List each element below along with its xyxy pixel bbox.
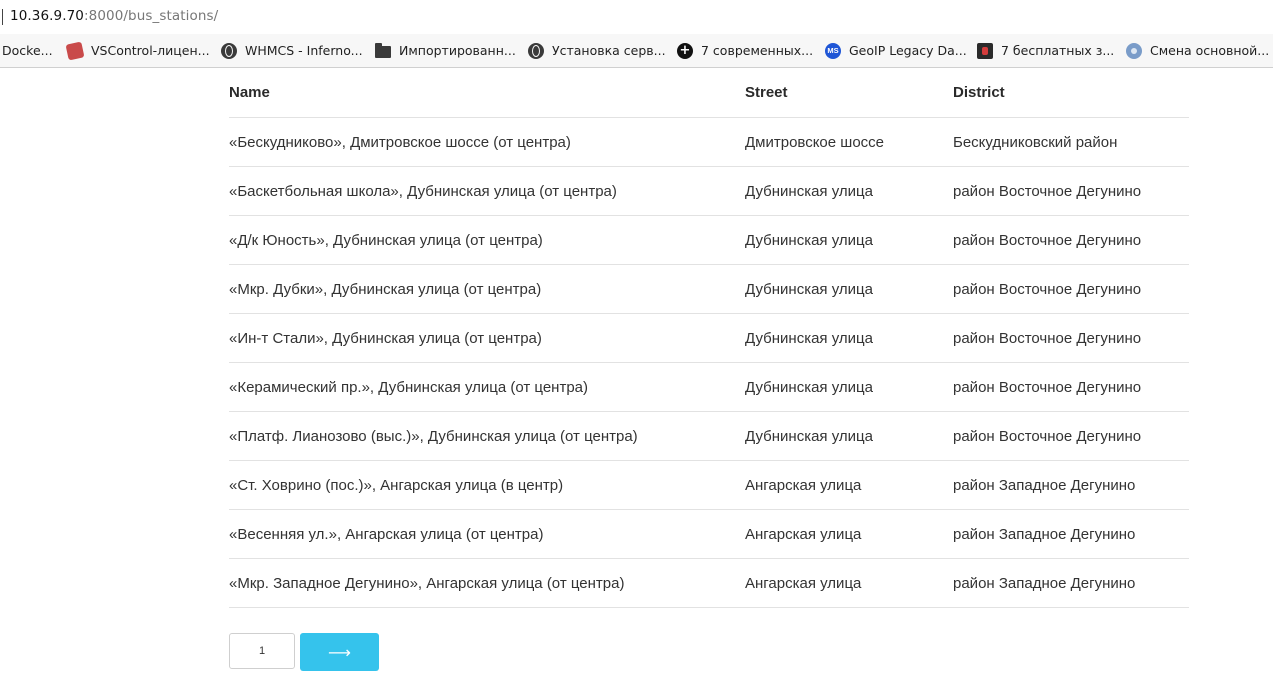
cell-name: «Мкр. Западное Дегунино», Ангарская улиц… bbox=[229, 558, 745, 608]
bookmark-label: Импортированн... bbox=[399, 43, 516, 58]
table-row: «Ин-т Стали», Дубнинская улица (от центр… bbox=[229, 313, 1189, 363]
globe-icon bbox=[221, 42, 237, 59]
cell-district: район Восточное Дегунино bbox=[953, 166, 1189, 216]
next-page-button[interactable]: ⟶ bbox=[300, 633, 379, 671]
cell-name: «Керамический пр.», Дубнинская улица (от… bbox=[229, 362, 745, 412]
cell-name: «Д/к Юность», Дубнинская улица (от центр… bbox=[229, 215, 745, 265]
cell-district: район Восточное Дегунино bbox=[953, 362, 1189, 412]
cell-district: район Восточное Дегунино bbox=[953, 264, 1189, 314]
table-row: «Керамический пр.», Дубнинская улица (от… bbox=[229, 362, 1189, 412]
bookmark-label: Docke... bbox=[2, 43, 53, 58]
table-row: «Д/к Юность», Дубнинская улица (от центр… bbox=[229, 215, 1189, 265]
cell-street: Ангарская улица bbox=[745, 558, 953, 608]
cell-name: «Весенняя ул.», Ангарская улица (от цент… bbox=[229, 509, 745, 559]
arrow-right-icon: ⟶ bbox=[328, 642, 351, 662]
bookmark-docker[interactable]: Docke... bbox=[2, 34, 53, 67]
bookmark-label: 7 бесплатных з... bbox=[1001, 43, 1115, 58]
cell-street: Дубнинская улица bbox=[745, 313, 953, 363]
text-caret bbox=[2, 9, 3, 25]
plus-circle-icon: + bbox=[677, 42, 693, 59]
ms-icon: MS bbox=[825, 42, 841, 59]
current-page-button[interactable]: 1 bbox=[229, 633, 295, 669]
cell-district: Бескудниковский район bbox=[953, 117, 1189, 167]
bookmark-label: Смена основной... bbox=[1150, 43, 1270, 58]
table-row: «Баскетбольная школа», Дубнинская улица … bbox=[229, 166, 1189, 216]
dark-site-icon bbox=[977, 42, 993, 59]
table-header-row: Name Street District bbox=[229, 68, 1189, 118]
bus-stations-table: Name Street District «Бескудниково», Дми… bbox=[229, 68, 1189, 608]
gear-globe-icon bbox=[1126, 42, 1142, 59]
bus-stations-list: Name Street District «Бескудниково», Дми… bbox=[229, 68, 1189, 608]
cell-street: Ангарская улица bbox=[745, 460, 953, 510]
cell-name: «Бескудниково», Дмитровское шоссе (от це… bbox=[229, 117, 745, 167]
cell-district: район Западное Дегунино bbox=[953, 509, 1189, 559]
table-row: «Бескудниково», Дмитровское шоссе (от це… bbox=[229, 117, 1189, 167]
column-header-street: Street bbox=[745, 68, 953, 118]
cell-district: район Восточное Дегунино bbox=[953, 215, 1189, 265]
cell-street: Дубнинская улица bbox=[745, 166, 953, 216]
address-bar[interactable]: 10.36.9.70:8000/bus_stations/ bbox=[0, 0, 1273, 34]
cell-name: «Баскетбольная школа», Дубнинская улица … bbox=[229, 166, 745, 216]
cell-district: район Восточное Дегунино bbox=[953, 411, 1189, 461]
bookmark-label: Установка серв... bbox=[552, 43, 666, 58]
table-row: «Ст. Ховрино (пос.)», Ангарская улица (в… bbox=[229, 460, 1189, 510]
table-row: «Платф. Лианозово (выс.)», Дубнинская ул… bbox=[229, 411, 1189, 461]
cell-name: «Платф. Лианозово (выс.)», Дубнинская ул… bbox=[229, 411, 745, 461]
cell-district: район Западное Дегунино bbox=[953, 558, 1189, 608]
cell-street: Ангарская улица bbox=[745, 509, 953, 559]
column-header-name: Name bbox=[229, 68, 745, 118]
cell-street: Дмитровское шоссе bbox=[745, 117, 953, 167]
cell-street: Дубнинская улица bbox=[745, 411, 953, 461]
url-text[interactable]: 10.36.9.70:8000/bus_stations/ bbox=[10, 8, 218, 24]
column-header-district: District bbox=[953, 68, 1189, 118]
table-row: «Мкр. Дубки», Дубнинская улица (от центр… bbox=[229, 264, 1189, 314]
bookmark-label: 7 современных... bbox=[701, 43, 814, 58]
bookmark-vscontrol[interactable]: VSControl-лицен... bbox=[65, 34, 210, 67]
bookmark-label: VSControl-лицен... bbox=[91, 43, 210, 58]
globe-icon bbox=[528, 42, 544, 59]
vscontrol-icon bbox=[65, 41, 85, 60]
bookmark-geoip[interactable]: MS GeoIP Legacy Da... bbox=[825, 34, 967, 67]
pagination: 1 ⟶ bbox=[229, 633, 379, 671]
table-row: «Мкр. Западное Дегунино», Ангарская улиц… bbox=[229, 558, 1189, 608]
cell-name: «Ин-т Стали», Дубнинская улица (от центр… bbox=[229, 313, 745, 363]
cell-name: «Мкр. Дубки», Дубнинская улица (от центр… bbox=[229, 264, 745, 314]
cell-district: район Западное Дегунино bbox=[953, 460, 1189, 510]
cell-name: «Ст. Ховрино (пос.)», Ангарская улица (в… bbox=[229, 460, 745, 510]
bookmark-label: GeoIP Legacy Da... bbox=[849, 43, 967, 58]
bookmark-7-free[interactable]: 7 бесплатных з... bbox=[977, 34, 1114, 67]
url-host: 10.36.9.70 bbox=[10, 8, 84, 24]
folder-icon bbox=[375, 42, 391, 58]
bookmark-change-main[interactable]: Смена основной... bbox=[1126, 34, 1269, 67]
cell-street: Дубнинская улица bbox=[745, 264, 953, 314]
bookmark-imported-folder[interactable]: Импортированн... bbox=[375, 34, 516, 67]
cell-district: район Восточное Дегунино bbox=[953, 313, 1189, 363]
url-path: :8000/bus_stations/ bbox=[84, 8, 219, 24]
bookmark-install-server[interactable]: Установка серв... bbox=[528, 34, 666, 67]
bookmarks-bar: Docke... VSControl-лицен... WHMCS - Infe… bbox=[0, 34, 1273, 68]
bookmark-label: WHMCS - Inferno... bbox=[245, 43, 363, 58]
table-row: «Весенняя ул.», Ангарская улица (от цент… bbox=[229, 509, 1189, 559]
bookmark-whmcs[interactable]: WHMCS - Inferno... bbox=[221, 34, 363, 67]
cell-street: Дубнинская улица bbox=[745, 362, 953, 412]
bookmark-7-modern[interactable]: + 7 современных... bbox=[677, 34, 813, 67]
cell-street: Дубнинская улица bbox=[745, 215, 953, 265]
